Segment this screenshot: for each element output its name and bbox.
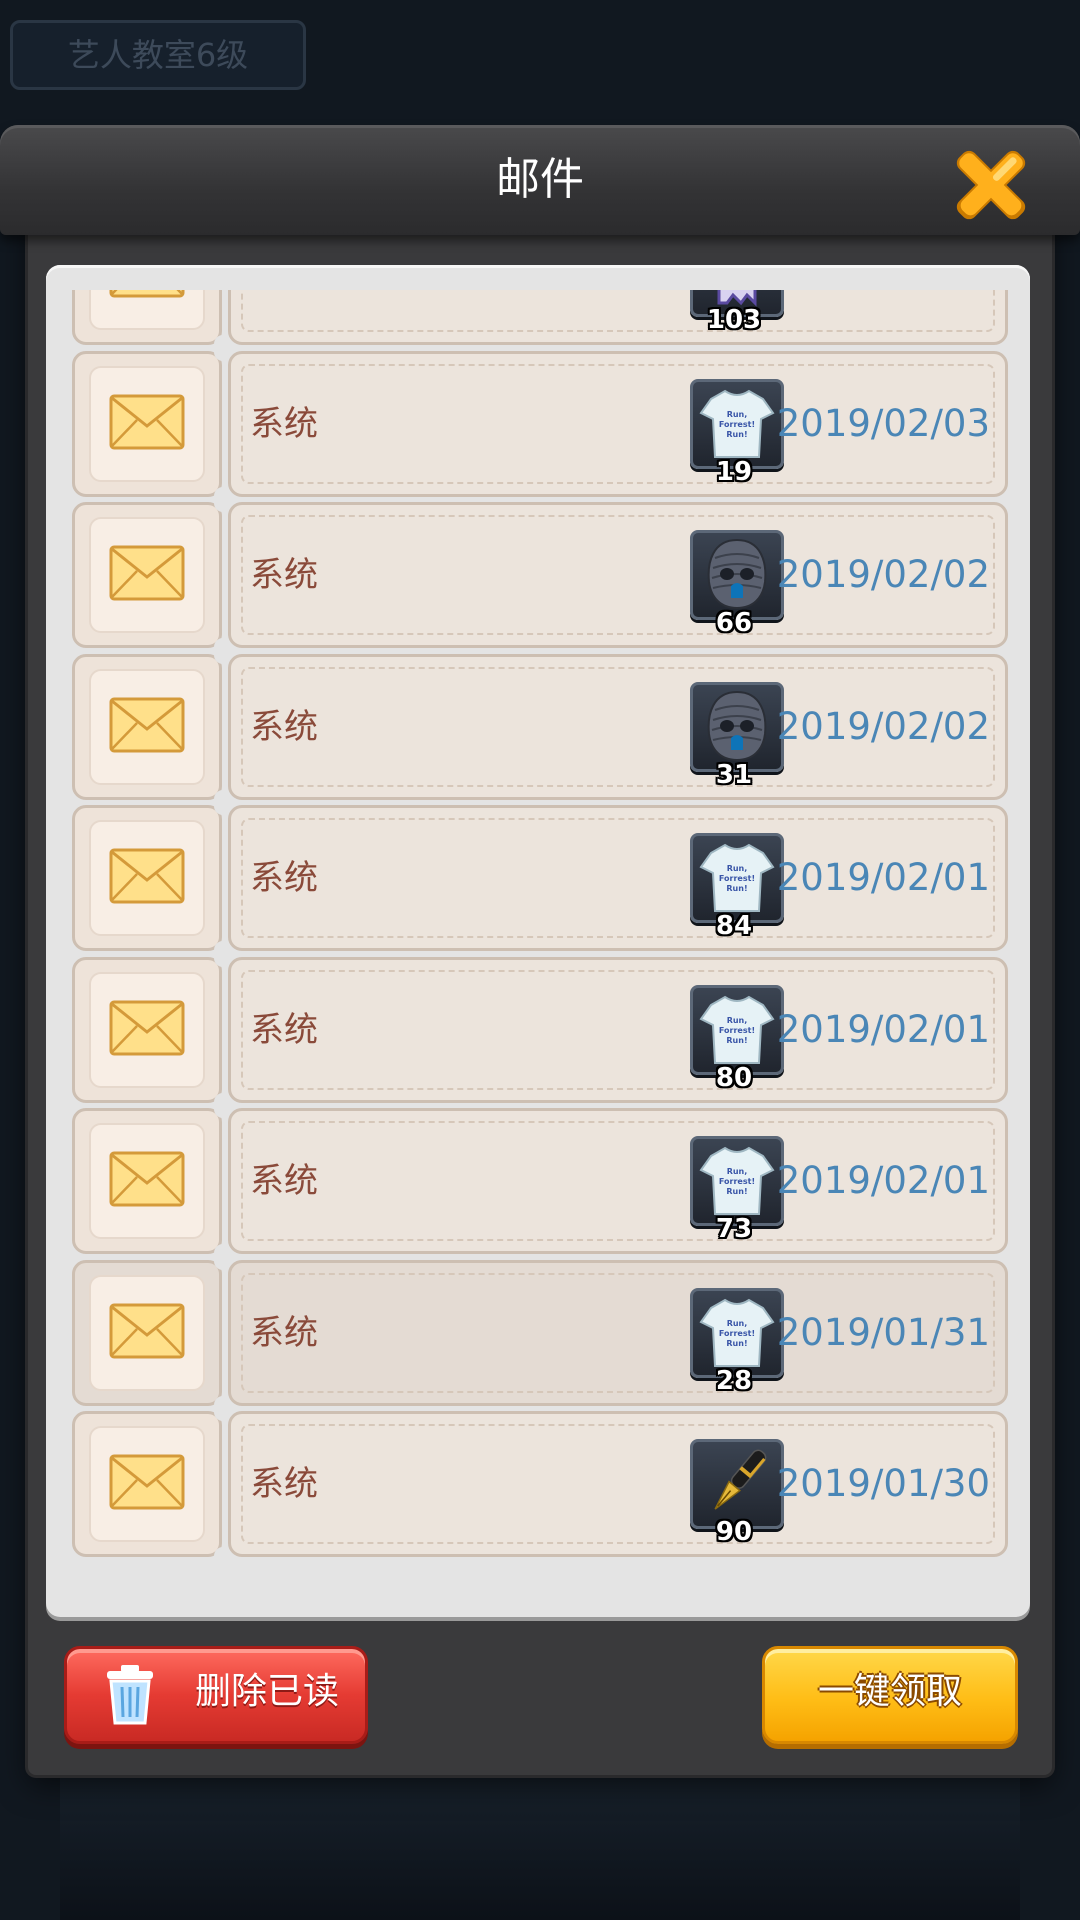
mail-sender: 系统 — [250, 706, 318, 747]
reward-item-slot[interactable] — [690, 681, 784, 772]
mail-date: 2019/01/31 — [776, 1310, 990, 1354]
reward-item-count: 31 — [715, 759, 753, 790]
envelope-icon — [109, 1151, 185, 1211]
mail-date: 2019/02/02 — [776, 553, 990, 596]
svg-text:Run!: Run! — [726, 884, 747, 893]
reward-item-slot[interactable]: Run, Forrest! Run! — [690, 833, 784, 923]
envelope-icon — [109, 394, 185, 454]
svg-text:Forrest!: Forrest! — [719, 874, 755, 883]
mail-icon-box — [72, 653, 222, 800]
svg-text:Run,: Run, — [727, 410, 748, 419]
trash-can-icon — [107, 1665, 153, 1725]
dialog-title: 邮件 — [496, 154, 584, 205]
mail-date: 2019/02/04 — [777, 290, 990, 345]
reward-item-count: 80 — [715, 1062, 753, 1093]
mail-date: 2019/02/01 — [776, 856, 990, 899]
reward-item-slot[interactable]: Run, Forrest! Run! — [690, 984, 784, 1075]
svg-text:Run!: Run! — [726, 1339, 747, 1348]
mail-sender: 系统 — [250, 1009, 318, 1050]
mail-sender: 系统 — [250, 555, 318, 595]
svg-text:Run!: Run! — [726, 1036, 747, 1045]
claim-all-button[interactable]: 一键领取 — [762, 1646, 1018, 1744]
mail-sender: 系统 — [250, 1464, 318, 1504]
mail-row[interactable]: 系统 Run, Forrest! Run! 28 2019/01/31 — [70, 1251, 1010, 1414]
envelope-icon — [109, 1000, 185, 1060]
svg-text:Run,: Run, — [727, 1167, 748, 1176]
reward-item-count: 19 — [715, 456, 753, 487]
close-button[interactable] — [946, 140, 1036, 230]
mail-icon-box — [72, 805, 222, 951]
reward-item-slot[interactable]: Run, Forrest! Run! — [690, 1136, 784, 1226]
reward-item-count: 84 — [715, 911, 753, 941]
mail-row[interactable]: 系统 Run, Forrest! Run! 84 2019/02/01 — [70, 797, 1010, 959]
mail-date: 2019/02/01 — [776, 1007, 990, 1051]
delete-read-label: 删除已读 — [195, 1671, 340, 1712]
reward-item-slot[interactable] — [690, 1439, 784, 1529]
mail-icon-box — [72, 502, 222, 648]
envelope-icon — [109, 697, 185, 757]
envelope-icon — [109, 1454, 185, 1514]
mail-icon-box — [72, 1108, 222, 1254]
reward-item-slot[interactable]: Run, Forrest! Run! — [690, 1287, 784, 1378]
reward-item-count: 73 — [715, 1214, 753, 1244]
svg-text:Run!: Run! — [726, 1187, 747, 1196]
envelope-icon — [109, 290, 185, 302]
mail-row[interactable]: 系统 Run, Forrest! Run! 73 2019/02/01 — [70, 1100, 1010, 1262]
mail-sender: 系统 — [250, 403, 318, 444]
mail-icon-box — [72, 350, 222, 497]
mail-row[interactable]: 系统 90 2019/01/30 — [70, 1403, 1010, 1565]
mail-date: 2019/02/01 — [776, 1159, 990, 1202]
mail-row[interactable]: 系统 31 2019/02/02 — [70, 645, 1010, 808]
svg-text:Run,: Run, — [727, 1319, 748, 1328]
close-x-icon — [956, 150, 1026, 220]
mail-icon-box — [72, 1411, 222, 1557]
svg-text:Run,: Run, — [727, 864, 748, 873]
mail-sender: 系统 — [250, 1312, 318, 1353]
svg-text:Forrest!: Forrest! — [719, 1177, 755, 1186]
claim-all-label: 一键领取 — [817, 1671, 962, 1712]
level-tag: 艺人教室6级 — [10, 20, 306, 90]
delete-read-button[interactable]: 删除已读 — [64, 1646, 368, 1744]
mail-date: 2019/02/03 — [776, 401, 990, 445]
mail-sender: 系统 — [250, 1161, 318, 1201]
mail-row[interactable]: 系统 Run, Forrest! Run! 19 2019/02/03 — [70, 342, 1010, 505]
mail-row[interactable]: 系统 103 2019/02/04 — [70, 290, 1010, 353]
svg-text:Forrest!: Forrest! — [719, 420, 755, 429]
svg-text:Run!: Run! — [726, 430, 747, 439]
reward-item-count: 66 — [715, 608, 753, 638]
mail-sender: 系统 — [250, 290, 318, 345]
reward-item-slot[interactable]: Run, Forrest! Run! — [690, 378, 784, 469]
reward-item-slot[interactable] — [690, 530, 784, 620]
reward-item-count: 103 — [706, 305, 762, 335]
mail-sender: 系统 — [250, 858, 318, 898]
reward-item-count: 90 — [715, 1517, 753, 1547]
svg-text:Forrest!: Forrest! — [719, 1026, 755, 1035]
svg-text:Forrest!: Forrest! — [719, 1329, 755, 1338]
mail-row[interactable]: 系统 Run, Forrest! Run! 80 2019/02/01 — [70, 948, 1010, 1111]
svg-text:Run,: Run, — [727, 1016, 748, 1025]
mail-icon-box — [72, 1259, 222, 1406]
mail-icon-box — [72, 290, 222, 345]
mail-icon-box — [72, 956, 222, 1103]
mail-list[interactable]: 系统 103 2019/02/04 系统 Run, Forrest! Run! — [70, 290, 1010, 1600]
mail-date: 2019/01/30 — [776, 1462, 990, 1505]
envelope-icon — [109, 848, 185, 908]
envelope-icon — [109, 1303, 185, 1363]
mail-date: 2019/02/02 — [776, 704, 990, 748]
reward-item-count: 28 — [715, 1365, 753, 1396]
envelope-icon — [109, 545, 185, 605]
mail-row[interactable]: 系统 66 2019/02/02 — [70, 494, 1010, 656]
